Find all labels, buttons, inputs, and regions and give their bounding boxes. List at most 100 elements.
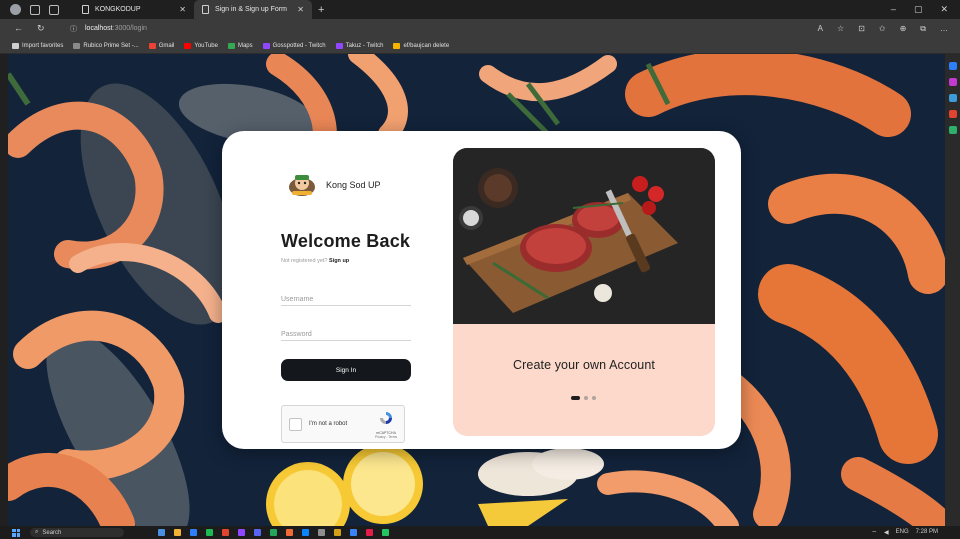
navigation-buttons: ← ↻	[0, 23, 70, 34]
search-icon: ⌕	[35, 529, 39, 535]
browser-toolbar-icons: A ☆ ⊡ ✩ ⊕ ⧉ …	[818, 24, 960, 34]
sidebar-app-icon[interactable]	[948, 126, 957, 134]
import-favorites-icon	[12, 42, 19, 49]
page-viewport: Kong Sod UP Welcome Back Not registered …	[8, 54, 945, 526]
favorite-label: ef/baujcan delete	[403, 42, 450, 49]
maximize-button[interactable]: ▢	[914, 4, 923, 15]
wifi-icon[interactable]: ⌔	[871, 529, 877, 537]
sidebar-app-icon[interactable]	[948, 78, 957, 86]
windows-start-icon[interactable]	[12, 528, 20, 537]
url-host: localhost	[85, 25, 113, 32]
favorite-label: Takuz - Twitch	[345, 42, 384, 49]
username-field[interactable]: Username	[281, 292, 411, 306]
recaptcha-privacy-links[interactable]: Privacy - Terms	[373, 435, 399, 439]
taskbar-apps	[158, 529, 389, 536]
tab-title: Sign in & Sign up Form	[215, 6, 287, 13]
carousel-dot[interactable]	[584, 396, 588, 400]
maps-icon	[227, 42, 235, 49]
tab-kongkodup[interactable]: KONGKODUP ✕	[74, 0, 194, 19]
collections-icon[interactable]: ⊕	[900, 24, 907, 34]
tab-actions-icon[interactable]	[49, 4, 59, 15]
taskbar-search[interactable]: ⌕ Search	[30, 528, 124, 537]
favorite-item[interactable]: Rubico Prime Set -...	[73, 42, 139, 49]
favorite-item[interactable]: Gosspotted - Twitch	[262, 42, 326, 49]
taskbar-app-icon[interactable]	[206, 529, 213, 536]
taskbar-app-icon[interactable]	[382, 529, 389, 536]
taskbar-app-icon[interactable]	[190, 529, 197, 536]
close-window-button[interactable]: ✕	[940, 4, 948, 15]
favorite-item[interactable]: Gmail	[148, 42, 174, 49]
favorite-label: Gosspotted - Twitch	[272, 42, 326, 49]
favorite-item[interactable]: ef/baujcan delete	[393, 42, 450, 49]
address-bar: ← ↻ ⓘ localhost:3000/login A ☆ ⊡ ✩ ⊕ ⧉ …	[0, 19, 960, 38]
more-menu-icon[interactable]: …	[940, 24, 948, 34]
back-arrow-icon[interactable]: ←	[14, 23, 23, 34]
taskbar-app-icon[interactable]	[286, 529, 293, 536]
site-info-icon[interactable]: ⓘ	[70, 24, 77, 34]
taskbar-search-placeholder: Search	[42, 529, 62, 536]
taskbar-app-icon[interactable]	[334, 529, 341, 536]
gmail-icon	[148, 42, 156, 49]
steak-board-image	[453, 148, 715, 324]
profile-icon[interactable]	[10, 4, 21, 15]
promo-title: Create your own Account	[513, 358, 655, 372]
taskbar-app-icon[interactable]	[366, 529, 373, 536]
tray-clock[interactable]: 7:28 PM	[916, 529, 938, 537]
url-path: :3000/login	[112, 25, 147, 32]
favorite-item[interactable]: Import favorites	[12, 42, 64, 49]
favorites-icon[interactable]: ✩	[879, 24, 886, 34]
brand-logo-row: Kong Sod UP	[286, 173, 381, 197]
new-tab-button[interactable]: +	[318, 4, 324, 16]
taskbar-app-icon[interactable]	[238, 529, 245, 536]
split-screen-icon[interactable]: ⊡	[858, 24, 865, 34]
tab-sign-in-form[interactable]: Sign in & Sign up Form ✕	[194, 0, 312, 19]
copilot-icon[interactable]	[948, 62, 957, 70]
taskbar-app-icon[interactable]	[174, 529, 181, 536]
signup-link[interactable]: Sign up	[329, 258, 349, 264]
recaptcha-widget: I'm not a robot reCAPTCHA Privacy - Term…	[281, 405, 405, 443]
volume-icon[interactable]: ◀	[884, 529, 889, 537]
taskbar-app-icon[interactable]	[302, 529, 309, 536]
favorite-item[interactable]: YouTube	[184, 42, 218, 49]
carousel-dot-active[interactable]	[571, 396, 580, 400]
read-aloud-icon[interactable]: A	[818, 24, 823, 34]
system-tray: ⌔ ◀ ENG 7:28 PM	[871, 529, 960, 537]
sidebar-app-icon[interactable]	[948, 94, 957, 102]
favorite-item[interactable]: Takuz - Twitch	[335, 42, 384, 49]
folder-icon	[393, 42, 401, 49]
close-tab-icon[interactable]: ✕	[297, 5, 304, 14]
favorite-label: Rubico Prime Set -...	[83, 42, 139, 49]
sidebar-app-icon[interactable]	[948, 110, 957, 118]
twitch-icon	[262, 42, 270, 49]
taskbar-app-icon[interactable]	[350, 529, 357, 536]
carousel-dot[interactable]	[592, 396, 596, 400]
minimize-button[interactable]: –	[891, 4, 896, 15]
password-field[interactable]: Password	[281, 327, 411, 341]
extensions-icon[interactable]: ⧉	[920, 24, 926, 34]
signup-prompt: Not registered yet? Sign up	[281, 258, 349, 264]
taskbar-app-icon[interactable]	[270, 529, 277, 536]
sign-in-button[interactable]: Sign In	[281, 359, 411, 381]
favorite-item[interactable]: Maps	[227, 42, 253, 49]
workspaces-icon[interactable]	[30, 4, 40, 15]
carousel-dots	[571, 396, 596, 400]
youtube-icon	[184, 42, 192, 49]
taskbar-app-icon[interactable]	[254, 529, 261, 536]
favorite-label: Import favorites	[22, 42, 64, 49]
page-icon	[82, 5, 89, 14]
not-registered-text: Not registered yet?	[281, 258, 328, 264]
close-tab-icon[interactable]: ✕	[179, 5, 186, 14]
recaptcha-checkbox[interactable]	[289, 418, 302, 431]
favorite-star-icon[interactable]: ☆	[837, 24, 844, 34]
promo-panel: Create your own Account	[453, 148, 715, 436]
taskbar-app-icon[interactable]	[318, 529, 325, 536]
tab-title: KONGKODUP	[95, 6, 141, 13]
taskbar-app-icon[interactable]	[158, 529, 165, 536]
recaptcha-label: I'm not a robot	[309, 421, 348, 427]
favorites-bar: Import favorites Rubico Prime Set -... G…	[0, 38, 960, 54]
bookmark-icon	[73, 42, 81, 49]
taskbar-app-icon[interactable]	[222, 529, 229, 536]
reload-icon[interactable]: ↻	[37, 23, 45, 34]
url-field[interactable]: ⓘ localhost:3000/login	[70, 24, 147, 34]
tray-language[interactable]: ENG	[896, 529, 909, 537]
